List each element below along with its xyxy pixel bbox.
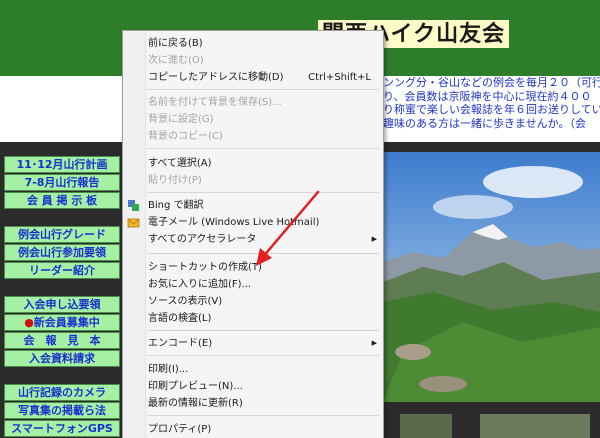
intro-line: ンング分・谷山などの例会を毎月２０（可行ー	[383, 76, 600, 89]
menu-item-forward[interactable]: 次に進む(O)	[123, 52, 383, 69]
intro-line: り、会員数は京阪神を中心に現在約４００	[383, 89, 592, 103]
intro-text: ンング分・谷山などの例会を毎月２０（可行ー り、会員数は京阪神を中心に現在約４００…	[383, 76, 600, 130]
red-dot-icon: ●	[24, 316, 34, 329]
bing-translate-icon	[127, 199, 140, 212]
sidebar-item-gps[interactable]: スマートフォンGPS	[4, 420, 120, 437]
menu-item-set-background[interactable]: 背景に設定(G)	[123, 111, 383, 128]
sidebar-item-newsletter-sample[interactable]: 会 報 見 本	[4, 332, 120, 349]
submenu-arrow-icon: ▶	[371, 235, 377, 243]
menu-separator	[147, 148, 379, 149]
menu-item-back[interactable]: 前に戻る(B)	[123, 35, 383, 52]
thumbnail-photo	[480, 414, 590, 438]
context-menu: 前に戻る(B) 次に進む(O) コピーしたアドレスに移動(D) Ctrl+Shif…	[122, 30, 384, 438]
menu-item-view-source[interactable]: ソースの表示(V)	[123, 293, 383, 310]
submenu-arrow-icon: ▶	[371, 339, 377, 347]
menu-item-save-background[interactable]: 名前を付けて背景を保存(S)...	[123, 94, 383, 111]
menu-item-refresh[interactable]: 最新の情報に更新(R)	[123, 395, 383, 412]
menu-separator	[147, 355, 379, 356]
menu-item-bing-translate[interactable]: Bing で翻訳	[123, 197, 383, 214]
sidebar-item-photo-album[interactable]: 写真集の掲載ら法	[4, 402, 120, 419]
sidebar-item-grade[interactable]: 例会山行グレード	[4, 226, 120, 243]
sidebar-item-leaders[interactable]: リーダー紹介	[4, 262, 120, 279]
email-icon	[127, 216, 140, 229]
mountain-photo	[383, 152, 600, 402]
sidebar-item-schedule[interactable]: 11･12月山行計画	[4, 156, 120, 173]
menu-item-copy-background[interactable]: 背景のコピー(C)	[123, 128, 383, 145]
menu-item-properties[interactable]: プロパティ(P)	[123, 421, 383, 438]
menu-item-print[interactable]: 印刷(I)...	[123, 361, 383, 378]
sidebar-item-participation[interactable]: 例会山行参加要領	[4, 244, 120, 261]
webpage: 関西ハイク山友会 ンング分・谷山などの例会を毎月２０（可行ー り、会員数は京阪神を…	[0, 0, 600, 438]
intro-line: 趣味のある方は一緒に歩きませんか。（会	[383, 116, 586, 130]
sidebar-item-recruiting[interactable]: ●新会員募集中	[4, 314, 120, 331]
menu-separator	[147, 89, 379, 90]
menu-item-paste[interactable]: 貼り付け(P)	[123, 172, 383, 189]
sidebar-item-join-guide[interactable]: 入会申し込要領	[4, 296, 120, 313]
menu-item-select-all[interactable]: すべて選択(A)	[123, 155, 383, 172]
menu-item-all-accelerators[interactable]: すべてのアクセラレータ ▶	[123, 231, 383, 248]
menu-item-print-preview[interactable]: 印刷プレビュー(N)...	[123, 378, 383, 395]
menu-item-language-check[interactable]: 言語の検査(L)	[123, 310, 383, 327]
menu-item-go-to-copied-address[interactable]: コピーしたアドレスに移動(D) Ctrl+Shift+L	[123, 69, 383, 86]
sidebar-item-request-docs[interactable]: 入会資料請求	[4, 350, 120, 367]
menu-separator	[147, 253, 379, 254]
sidebar-item-report[interactable]: 7-8月山行報告	[4, 174, 120, 191]
shortcut-label: Ctrl+Shift+L	[308, 72, 371, 83]
menu-item-email-hotmail[interactable]: 電子メール (Windows Live Hotmail)	[123, 214, 383, 231]
menu-separator	[147, 415, 379, 416]
sidebar: 11･12月山行計画 7-8月山行報告 会 員 掲 示 板 例会山行グレード 例…	[0, 152, 122, 438]
sidebar-item-camera[interactable]: 山行記録のカメラ	[4, 384, 120, 401]
menu-item-create-shortcut[interactable]: ショートカットの作成(T)	[123, 259, 383, 276]
menu-item-add-favorites[interactable]: お気に入りに追加(F)...	[123, 276, 383, 293]
sidebar-item-bbs[interactable]: 会 員 掲 示 板	[4, 192, 120, 209]
menu-separator	[147, 192, 379, 193]
menu-separator	[147, 330, 379, 331]
thumbnail-photo	[400, 414, 452, 438]
intro-line: り称蜜で楽しい会報誌を年６回お送りしてい	[383, 103, 600, 116]
menu-item-encoding[interactable]: エンコード(E) ▶	[123, 335, 383, 352]
